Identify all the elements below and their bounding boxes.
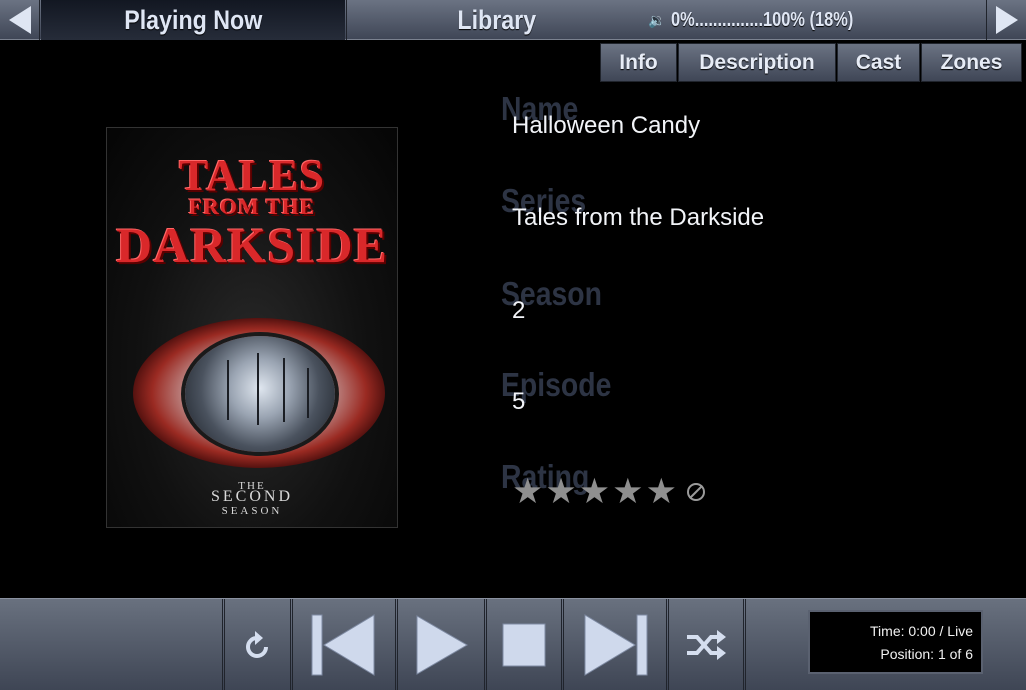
field-rating: Rating ★ ★ ★ ★ ★: [501, 458, 1001, 528]
volume-text: 0%...............100% (18%): [671, 8, 854, 31]
field-episode-value: 5: [512, 388, 526, 415]
tree-shape: [227, 360, 229, 420]
play-icon: [416, 615, 468, 675]
star-icon[interactable]: ★: [512, 474, 543, 509]
field-name-value: Halloween Candy: [512, 112, 701, 139]
star-icon[interactable]: ★: [646, 474, 677, 509]
field-name: Name Halloween Candy: [501, 90, 1001, 150]
top-bar: Playing Now Library 🔉 0%...............1…: [0, 0, 1026, 40]
star-icon[interactable]: ★: [612, 474, 643, 509]
subtab-cast[interactable]: Cast: [837, 43, 920, 82]
next-button[interactable]: [563, 599, 667, 690]
tab-playing-now-label: Playing Now: [123, 4, 263, 35]
cover-sub-line2: SECOND: [210, 488, 293, 505]
next-icon: [584, 614, 648, 676]
arrow-right-icon: [995, 6, 1018, 34]
eye-iris-image: [185, 336, 335, 452]
status-box: Time: 0:00 / Live Position: 1 of 6: [808, 610, 983, 674]
shuffle-icon: [687, 630, 726, 660]
star-icon[interactable]: ★: [579, 474, 610, 509]
tree-shape: [307, 368, 309, 418]
tab-library-label: Library: [457, 4, 536, 35]
time-text: Time: 0:00 / Live: [870, 623, 973, 639]
repeat-button[interactable]: [224, 599, 291, 690]
subtab-info[interactable]: Info: [600, 43, 677, 82]
cover-title-line3: DARKSIDE: [116, 217, 388, 273]
field-season: Season 2: [501, 275, 1001, 335]
position-text: Position: 1 of 6: [880, 646, 973, 662]
rating-stars: ★ ★ ★ ★ ★: [512, 474, 705, 509]
transport-bar: Time: 0:00 / Live Position: 1 of 6: [0, 598, 1026, 690]
forward-button[interactable]: [986, 0, 1026, 40]
arrow-left-icon: [8, 6, 31, 34]
previous-button[interactable]: [292, 599, 396, 690]
speaker-icon: 🔉: [648, 11, 666, 28]
cover-sub-line3: SEASON: [221, 505, 283, 517]
info-subtabs: Info Description Cast Zones: [599, 43, 1022, 82]
repeat-icon: [245, 631, 268, 658]
field-episode: Episode 5: [501, 366, 1001, 426]
subtab-zones[interactable]: Zones: [921, 43, 1022, 82]
cover-art: TALES FROM THE DARKSIDE THE SECOND SEASO…: [106, 127, 398, 528]
tab-playing-now[interactable]: Playing Now: [41, 0, 345, 40]
tree-shape: [257, 353, 259, 425]
shuffle-button[interactable]: [668, 599, 744, 690]
tab-library[interactable]: Library: [346, 0, 646, 40]
transport-spacer: [0, 599, 223, 690]
tree-shape: [283, 358, 285, 422]
stop-button[interactable]: [486, 599, 562, 690]
star-icon[interactable]: ★: [545, 474, 576, 509]
field-series: Series Tales from the Darkside: [501, 182, 1001, 242]
status-panel: Time: 0:00 / Live Position: 1 of 6: [745, 599, 1026, 690]
subtab-description[interactable]: Description: [678, 43, 836, 82]
stop-icon: [502, 623, 546, 667]
field-season-value: 2: [512, 297, 526, 324]
back-button[interactable]: [0, 0, 40, 40]
previous-icon: [311, 614, 375, 676]
play-button[interactable]: [397, 599, 485, 690]
volume-control[interactable]: 🔉 0%...............100% (18%): [648, 0, 878, 40]
field-series-value: Tales from the Darkside: [512, 204, 765, 231]
clear-rating-icon[interactable]: [686, 482, 705, 501]
